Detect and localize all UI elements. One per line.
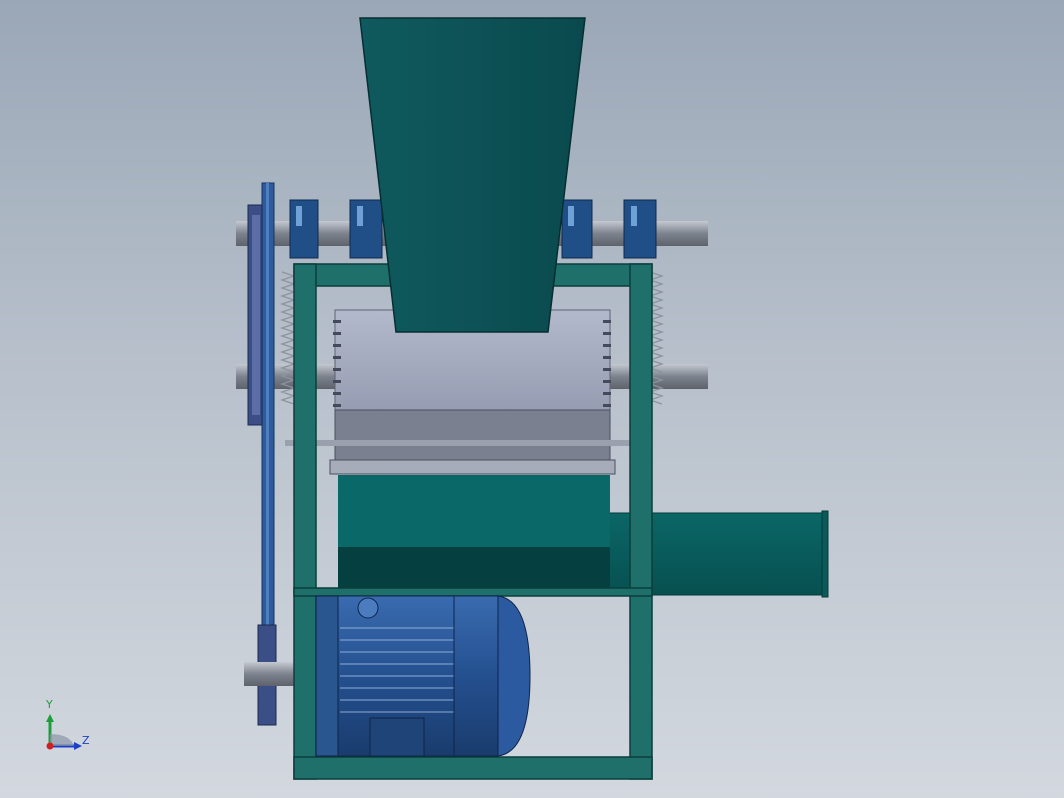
feed-hopper — [359, 17, 586, 333]
triad-y-label: Y — [46, 698, 53, 711]
machine-assembly-drawing — [236, 17, 829, 780]
discharge-box — [338, 475, 610, 592]
belt-drive — [244, 182, 294, 726]
electric-motor — [315, 595, 531, 757]
triad-z-label: Z — [82, 734, 90, 747]
cad-viewport[interactable]: Y Z — [0, 0, 1064, 798]
coordinate-triad-icon: Y Z — [40, 698, 100, 758]
crushing-chamber — [285, 309, 645, 475]
